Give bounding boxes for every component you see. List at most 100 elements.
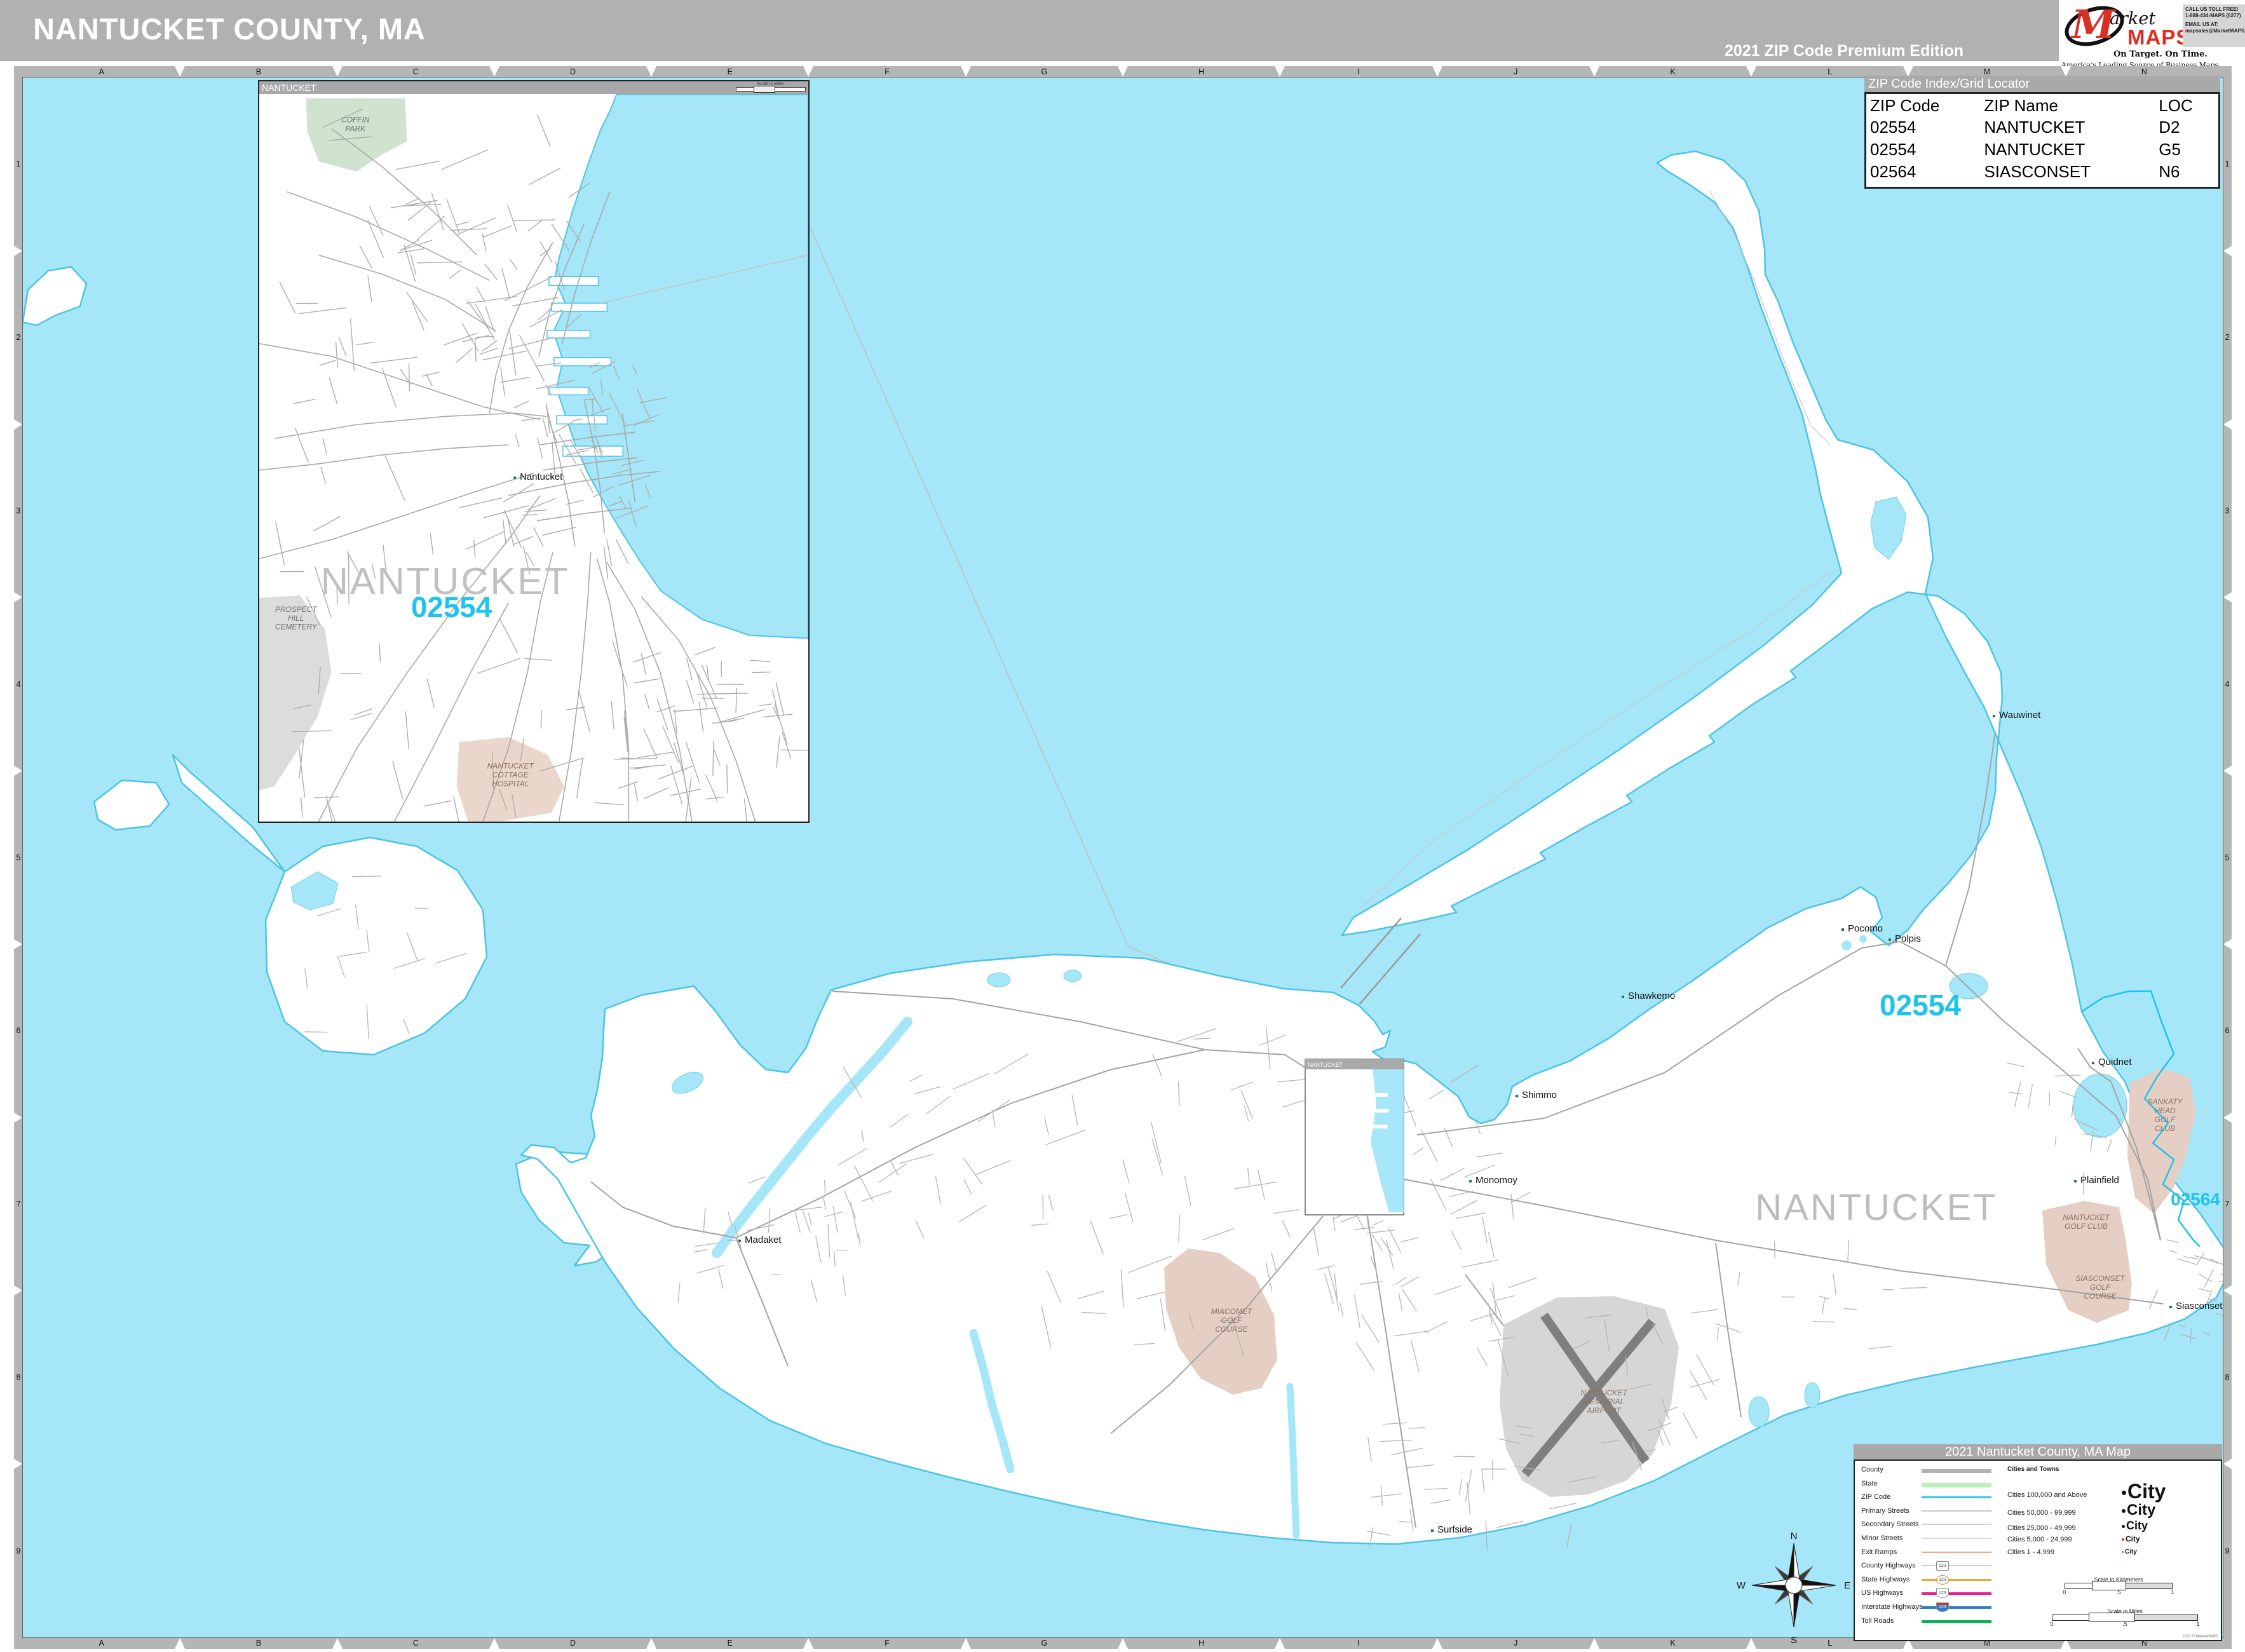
legend-city-label: Cities 1 - 4,999 [2007,1548,2054,1556]
great-point-pond [1694,219,1707,239]
legend-sample-Interstate Highways [1922,1606,1991,1609]
legend-body: Cities and Towns 2021 © MarketMAPS Count… [1854,1459,2222,1641]
grid-letter-B: B [180,1639,337,1648]
ruler-notch [175,66,185,77]
extent-box-pier [1373,1125,1388,1128]
grid-letter-E: E [651,67,808,76]
town-dot [1431,1529,1434,1532]
legend-sample-State Highways [1922,1579,1991,1581]
town-dot [2074,1180,2077,1182]
zip-table-cell: D2 [2159,116,2214,139]
scale-ticks: 0.51 [2052,1621,2198,1627]
shield-band [1937,1603,1948,1605]
zip-table-cell: 02554 [1870,139,1984,161]
zip-table-row: 02554NANTUCKETG5 [1870,139,2214,161]
extent-box-pier [1371,1093,1388,1097]
polpis-pond-2 [1859,935,1867,943]
inset-town-labels: Nantucket [513,471,563,482]
extent-box-pier [1370,1109,1389,1113]
contact-box: CALL US TOLL FREE!1-888-434-MAPS (6277)E… [2183,4,2245,47]
ruler-notch [1275,66,1285,77]
grid-number-8: 8 [14,1373,23,1382]
grid-number-7: 7 [2223,1200,2232,1209]
legend-label-Minor Streets: Minor Streets [1861,1534,1902,1542]
legend-label-Secondary Streets: Secondary Streets [1861,1520,1919,1528]
scale-bar [2052,1615,2198,1621]
compass-hub [1786,1577,1802,1594]
zip-col-header: ZIP Name [1984,95,2159,116]
ruler-notch [14,1285,22,1296]
town-label-Nantucket: Nantucket [520,471,563,482]
legend-sample-ZIP Code [1922,1496,1991,1498]
legend-city-label: Cities 25,000 - 49,999 [2007,1524,2076,1532]
grid-number-9: 9 [2223,1547,2232,1555]
ruler-notch [2223,1285,2232,1296]
inset-extent-box: NANTUCKET [1305,1059,1404,1215]
zip-table-body: ZIP CodeZIP NameLOC 02554NANTUCKETD20255… [1864,92,2220,189]
contact-line: mapsales@MarketMAPS.com [2185,28,2244,34]
contact-line: EMAIL US AT: [2185,22,2244,28]
legend-label-Exit Ramps: Exit Ramps [1861,1548,1897,1556]
grid-letter-D: D [494,1639,651,1648]
scale-ticks: 0.51 [2065,1589,2173,1595]
grid-letter-H: H [1123,67,1280,76]
grid-letter-F: F [808,1639,965,1648]
legend-sample-US Highways [1922,1592,1991,1595]
town-label-Madaket: Madaket [745,1235,782,1245]
ruler-notch [2223,1459,2232,1469]
legend-copyright: 2021 © MarketMAPS [2183,1635,2218,1639]
ruler-notch [332,66,343,77]
compass-south-label: S [1791,1635,1797,1646]
street [409,363,410,391]
legend-sample-State [1922,1483,1991,1487]
town-label-Siasconset: Siasconset [2176,1301,2223,1311]
town-dot [1841,928,1844,931]
legend-city-sample: City [2122,1501,2155,1519]
zip-table-cell: G5 [2159,139,2214,161]
legend-city-sample: City [2122,1480,2166,1503]
legend-city-sample: City [2122,1519,2148,1533]
logo-m: M [2072,1,2115,48]
legend-sample-County Highways [1922,1565,1991,1566]
zip-table-cell: NANTUCKET [1984,139,2159,161]
grid-letter-I: I [1280,67,1437,76]
grid-letter-B: B [180,67,337,76]
tom-nevers-pond-2 [1805,1383,1820,1408]
town-label-Monomoy: Monomoy [1475,1175,1517,1186]
grid-letter-H: H [1123,1639,1280,1648]
town-label-Surfside: Surfside [1437,1524,1472,1535]
zip-index-table: ZIP Code Index/Grid Locator ZIP CodeZIP … [1864,76,2220,189]
legend-scalebar-1: Scale in Miles0.51 [2052,1608,2198,1627]
grid-letter-A: A [23,1639,180,1648]
grid-letter-M: M [1908,67,2065,76]
town-label-Quidnet: Quidnet [2098,1057,2132,1067]
ruler-notch [803,1638,813,1649]
town-dot [1469,1180,1472,1182]
legend-panel: 2021 Nantucket County, MA Map Cities and… [1854,1444,2222,1641]
street [727,765,728,794]
extent-box-title: NANTUCKET [1308,1062,1343,1068]
ruler-notch [646,66,656,77]
sesachacha-pond [2073,1074,2127,1137]
zip-table-row: 02564SIASCONSETN6 [1870,161,2214,183]
pier [549,388,588,395]
pier [549,276,599,285]
grid-number-3: 3 [14,506,23,515]
ruler-notch [1118,66,1128,77]
ruler-notch [2223,939,2232,949]
pier [547,330,590,338]
legend-title: 2021 Nantucket County, MA Map [1854,1444,2222,1459]
grid-number-9: 9 [14,1547,23,1555]
grid-ruler-left: 123456789 [14,66,23,1649]
grid-number-8: 8 [2223,1373,2232,1382]
capaum-pond [987,973,1010,987]
grid-letter-K: K [1594,67,1751,76]
ruler-notch [332,1638,343,1649]
inset-title: NANTUCKET [262,83,316,93]
zip-table-row: 02554NANTUCKETD2 [1870,116,2214,139]
grid-letter-C: C [337,67,494,76]
town-dot [1516,1095,1518,1097]
town-label-Wauwinet: Wauwinet [1999,710,2041,721]
town-label-Pocomo: Pocomo [1848,923,1883,934]
tom-nevers-pond [1749,1397,1769,1427]
